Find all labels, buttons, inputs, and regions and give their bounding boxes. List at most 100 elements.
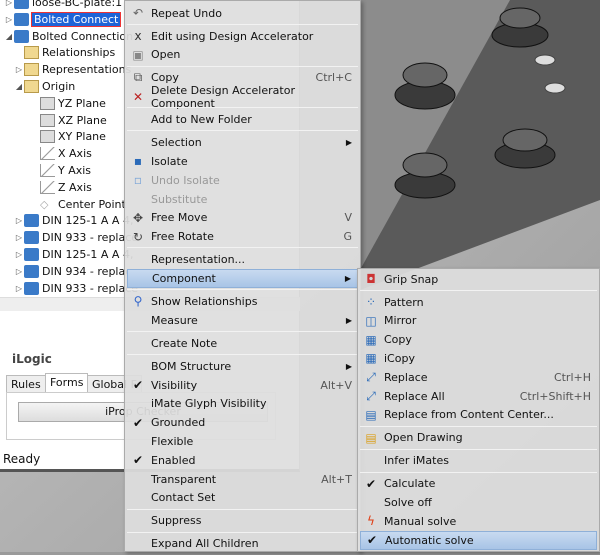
tree-item[interactable]: XZ Plane [30,112,107,129]
menu-item-measure[interactable]: Measure ▶ [127,311,358,330]
menu-item-calculate[interactable]: ✔ Calculate [360,474,597,493]
tree-item-label: X Axis [58,147,92,161]
menu-item-free-rotate[interactable]: ↻ Free Rotate G [127,227,358,246]
tree-item[interactable]: ▷ loose-BC-plate:1 [4,0,122,11]
menu-item-expand-all-children[interactable]: Expand All Children [127,534,358,553]
blank-icon [129,135,147,151]
menu-item-flexible[interactable]: Flexible [127,432,358,451]
tree-item[interactable]: YZ Plane [30,95,106,112]
menu-item-label: Create Note [151,336,218,350]
menu-item-solve-off[interactable]: Solve off [360,493,597,512]
collapsed-arrow-icon[interactable]: ▷ [4,0,14,7]
menu-item-create-note[interactable]: Create Note [127,334,358,353]
menu-item-mirror[interactable]: ◫ Mirror [360,311,597,330]
undo-isolate-icon: ▫ [133,173,143,188]
menu-item-free-move[interactable]: ✥ Free Move V [127,208,358,227]
collapsed-arrow-icon[interactable]: ▷ [14,284,24,293]
tree-item[interactable]: ▷ DIN 125-1 A A 4, [14,246,133,263]
menu-item-open[interactable]: ▣ Open [127,45,358,64]
tree-item[interactable]: Z Axis [30,179,92,196]
menu-item-label: Repeat Undo [151,6,222,20]
context-menu: ↶ Repeat Undo x Edit using Design Accelerat… [124,0,361,552]
menu-item-label: Selection [151,136,202,150]
tree-item[interactable]: X Axis [30,145,92,162]
menu-item-label: Show Relationships [151,294,258,308]
blank-icon [129,536,147,552]
menu-item-grip-snap[interactable]: ◘ Grip Snap [360,270,597,289]
menu-item-suppress[interactable]: Suppress [127,511,358,530]
menu-item-contact-set[interactable]: Contact Set [127,488,358,507]
menu-item-open-drawing[interactable]: ▤ Open Drawing [360,428,597,447]
blank-icon [129,112,147,128]
tab-forms[interactable]: Forms [45,373,89,393]
collapsed-arrow-icon[interactable]: ▷ [14,267,24,276]
tab-rules[interactable]: Rules [6,375,46,393]
menu-item-isolate[interactable]: ▪ Isolate [127,152,358,171]
menu-item-bom-structure[interactable]: BOM Structure ▶ [127,357,358,376]
menu-item-component[interactable]: Component ▶ [127,268,358,288]
blank-icon [362,453,380,469]
tree-item[interactable]: ▷ Representations [14,61,131,78]
menu-item-copy[interactable]: ▦ Copy [360,330,597,349]
menu-item-infer-imates[interactable]: Infer iMates [360,451,597,470]
axis-icon [40,180,55,194]
menu-item-enabled[interactable]: ✔ Enabled [127,451,358,470]
menu-item-delete-design-accelerator-component[interactable]: ✕ Delete Design Accelerator Component [127,84,358,110]
tree-item[interactable]: Relationships [14,44,115,61]
collapsed-arrow-icon[interactable]: ▷ [14,233,24,242]
menu-item-repeat-undo[interactable]: ↶ Repeat Undo [127,4,358,23]
menu-item-replace-from-content-center[interactable]: ▤ Replace from Content Center... [360,405,597,424]
menu-item-selection[interactable]: Selection ▶ [127,133,358,152]
checkmark-icon: ✔ [132,378,144,392]
tree-item[interactable]: ▷ Bolted Connect [4,11,122,28]
menu-item-label: Infer iMates [384,454,449,468]
expanded-arrow-icon[interactable]: ◢ [4,32,14,41]
menu-item-edit-using-design-accelerator[interactable]: x Edit using Design Accelerator [127,27,358,46]
menu-item-label: Transparent [151,472,217,486]
collapsed-arrow-icon[interactable]: ▷ [14,216,24,225]
tree-item[interactable]: ▷ DIN 125-1 A A 4, [14,212,133,229]
collapsed-arrow-icon[interactable]: ▷ [14,250,24,259]
tree-item[interactable]: ▷ DIN 934 - replace [14,263,138,280]
isolate-icon: ▪ [133,154,143,169]
design-accelerator-icon: x [134,29,142,43]
menu-separator [127,130,358,132]
menu-item-add-to-new-folder[interactable]: Add to New Folder [127,110,358,129]
menu-item-pattern[interactable]: ⁘ Pattern [360,293,597,312]
tree-item[interactable]: XY Plane [30,128,106,145]
menu-item-icopy[interactable]: ▦ iCopy [360,349,597,368]
menu-item-transparent[interactable]: Transparent Alt+T [127,470,358,489]
shortcut-label: Alt+T [321,472,352,486]
menu-item-automatic-solve[interactable]: ✔ Automatic solve [360,530,597,550]
tree-item[interactable]: ◢ Bolted Connection: [4,28,137,45]
menu-item-replace-all[interactable]: ⤢ Replace All Ctrl+Shift+H [360,387,597,406]
tree-item[interactable]: ▷ DIN 933 - replace [14,229,138,246]
menu-item-label: Pattern [384,295,424,309]
tree-item[interactable]: Y Axis [30,162,91,179]
collapsed-arrow-icon[interactable]: ▷ [14,65,24,74]
undo-icon: ↶ [132,6,144,20]
tree-item-label: DIN 125-1 A A 4, [42,214,134,228]
ilogic-title: iLogic [12,352,52,366]
tree-item-label: Relationships [42,46,116,60]
menu-item-label: Expand All Children [151,537,259,551]
menu-item-representation[interactable]: Representation... [127,250,358,269]
expanded-arrow-icon[interactable]: ◢ [14,82,24,91]
tree-item-label: loose-BC-plate:1 [32,0,123,9]
tree-item[interactable]: ◢ Origin [14,78,75,95]
menu-item-visibility[interactable]: ✔ Visibility Alt+V [127,376,358,395]
collapsed-arrow-icon[interactable]: ▷ [4,15,14,24]
menu-item-imate-glyph-visibility[interactable]: iMate Glyph Visibility [127,394,358,413]
menu-item-label: Replace All [384,389,445,403]
menu-separator [127,289,358,291]
menu-item-replace[interactable]: ⤢ Replace Ctrl+H [360,368,597,387]
menu-item-manual-solve[interactable]: ϟ Manual solve [360,512,597,531]
menu-item-grounded[interactable]: ✔ Grounded [127,413,358,432]
menu-item-label: Copy [384,333,412,347]
mirror-icon: ◫ [365,313,377,328]
tree-item-label: Bolted Connection: [32,29,137,43]
plane-icon [40,113,55,127]
tree-item[interactable]: ◇ Center Point [30,196,126,213]
tree-item[interactable]: ▷ DIN 933 - replace [14,280,138,297]
menu-item-show-relationships[interactable]: ⚲ Show Relationships [127,292,358,311]
